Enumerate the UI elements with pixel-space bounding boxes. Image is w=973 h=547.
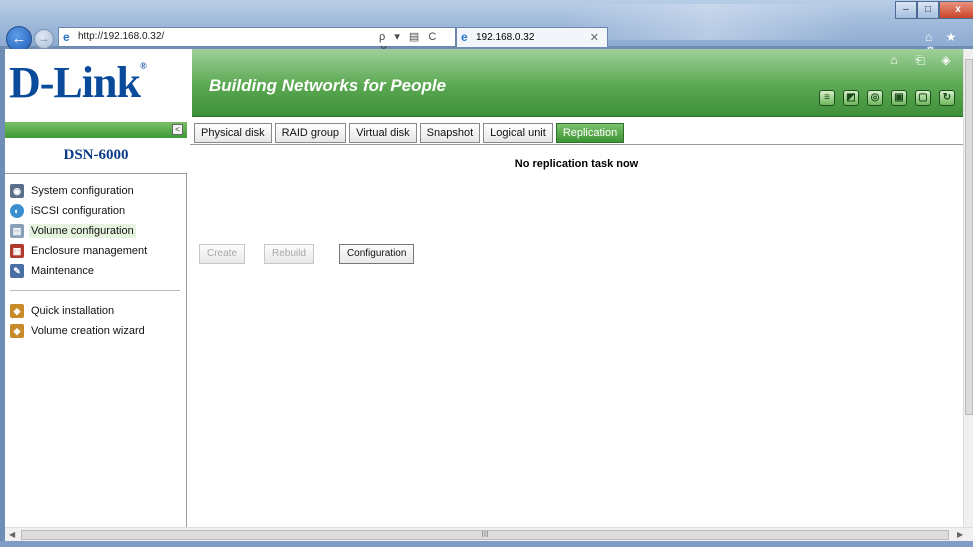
vertical-scroll-thumb[interactable] [965, 59, 973, 415]
sidebar-item-volume-configuration[interactable]: ▤ Volume configuration [10, 221, 182, 241]
logo-mark: ® [139, 61, 147, 71]
quick-install-icon: ◆ [10, 304, 24, 318]
sidebar-header: < [5, 122, 187, 138]
sidebar: < DSN-6000 ◉ System configuration ◐ iSCS… [5, 122, 187, 527]
forward-button[interactable]: → [34, 29, 54, 49]
collapse-icon[interactable]: < [172, 124, 183, 135]
gear-icon[interactable]: ◩ [843, 90, 859, 106]
tab-close-icon[interactable]: ✕ [590, 31, 599, 44]
browser-tab[interactable]: e 192.168.0.32 ✕ [456, 27, 608, 47]
horizontal-scroll-thumb[interactable]: III [21, 530, 949, 540]
monitor-icon[interactable]: ▢ [915, 90, 931, 106]
sidebar-item-label: Volume configuration [29, 224, 136, 238]
window-controls: – □ x [895, 1, 973, 20]
action-buttons: Create Rebuild Configuration [199, 244, 415, 264]
scroll-right-icon[interactable]: ▶ [957, 530, 963, 539]
main-content: Physical disk RAID group Virtual disk Sn… [190, 121, 963, 527]
volume-tabs: Physical disk RAID group Virtual disk Sn… [194, 123, 625, 144]
disk-icon[interactable]: ≡ [819, 90, 835, 106]
enclosure-icon: ▦ [10, 244, 24, 258]
iscsi-icon: ◐ [10, 204, 24, 218]
banner: D-Link® Building Networks for People ⌂ ⎗… [5, 49, 963, 117]
horizontal-scrollbar[interactable]: ◀ III ▶ [5, 527, 973, 541]
system-icon: ◉ [10, 184, 24, 198]
top-links: ⌂ ⎗ ◈ [887, 53, 953, 67]
tab-physical-disk[interactable]: Physical disk [194, 123, 272, 143]
sidebar-item-label: Enclosure management [31, 245, 148, 257]
logo-text: D-Link [9, 58, 141, 107]
minimize-button[interactable]: – [895, 1, 917, 19]
browser-chrome: – □ x ← → e http://192.168.0.32/ ρ ▾ ▤ C… [0, 0, 973, 58]
save-icon[interactable]: ▣ [891, 90, 907, 106]
model-name: DSN-6000 [5, 138, 187, 174]
status-message: No replication task now [514, 158, 639, 170]
home-icon[interactable]: ⌂ [887, 53, 901, 67]
power-icon[interactable]: ↻ [939, 90, 955, 106]
sidebar-item-label: Volume creation wizard [31, 325, 145, 337]
sidebar-item-system-configuration[interactable]: ◉ System configuration [10, 181, 182, 201]
vertical-scrollbar[interactable] [963, 49, 973, 527]
close-button[interactable]: x [939, 1, 973, 19]
network-icon[interactable]: ◎ [867, 90, 883, 106]
sidebar-item-maintenance[interactable]: ✎ Maintenance [10, 261, 182, 281]
window-bottom-edge [0, 541, 973, 547]
tab-virtual-disk[interactable]: Virtual disk [349, 123, 417, 143]
maintenance-icon: ✎ [10, 264, 24, 278]
create-button[interactable]: Create [199, 244, 246, 264]
ie-tab-icon: e [461, 30, 468, 44]
exit-icon[interactable]: ⎗ [913, 53, 927, 67]
slogan: Building Networks for People [209, 76, 447, 95]
banner-toolbar: ≡ ◩ ◎ ▣ ▢ ↻ [819, 90, 955, 106]
configuration-button[interactable]: Configuration [338, 244, 415, 264]
sidebar-item-volume-creation-wizard[interactable]: ◆ Volume creation wizard [10, 321, 182, 341]
address-bar[interactable]: e http://192.168.0.32/ ρ ▾ ▤ C ✕ [58, 27, 456, 56]
tab-snapshot[interactable]: Snapshot [419, 123, 481, 143]
sidebar-item-label: System configuration [31, 185, 134, 197]
sidebar-item-label: iSCSI configuration [31, 205, 126, 217]
sidebar-item-label: Maintenance [31, 265, 94, 277]
wizard-icon: ◆ [10, 324, 24, 338]
scroll-left-icon[interactable]: ◀ [9, 530, 15, 539]
sidebar-item-iscsi-configuration[interactable]: ◐ iSCSI configuration [10, 201, 182, 221]
rebuild-button[interactable]: Rebuild [264, 244, 314, 264]
volume-icon: ▤ [10, 224, 24, 238]
address-url[interactable]: http://192.168.0.32/ [78, 31, 164, 42]
speaker-icon[interactable]: ◈ [939, 53, 953, 67]
sidebar-item-quick-installation[interactable]: ◆ Quick installation [10, 301, 182, 321]
ie-page-icon: e [63, 30, 70, 44]
menu-divider [10, 290, 180, 291]
sidebar-item-label: Quick installation [31, 305, 115, 317]
tab-logical-unit[interactable]: Logical unit [483, 123, 553, 143]
tab-title: 192.168.0.32 [476, 32, 535, 43]
sidebar-menu: ◉ System configuration ◐ iSCSI configura… [10, 181, 182, 341]
dlink-logo[interactable]: D-Link® [9, 57, 147, 108]
tab-replication[interactable]: Replication [555, 123, 625, 143]
logo-area: D-Link® [5, 49, 192, 117]
maximize-button[interactable]: □ [917, 1, 939, 19]
page-viewport: D-Link® Building Networks for People ⌂ ⎗… [5, 49, 963, 527]
tab-raid-group[interactable]: RAID group [274, 123, 347, 143]
tab-underline [190, 144, 963, 145]
sidebar-item-enclosure-management[interactable]: ▦ Enclosure management [10, 241, 182, 261]
